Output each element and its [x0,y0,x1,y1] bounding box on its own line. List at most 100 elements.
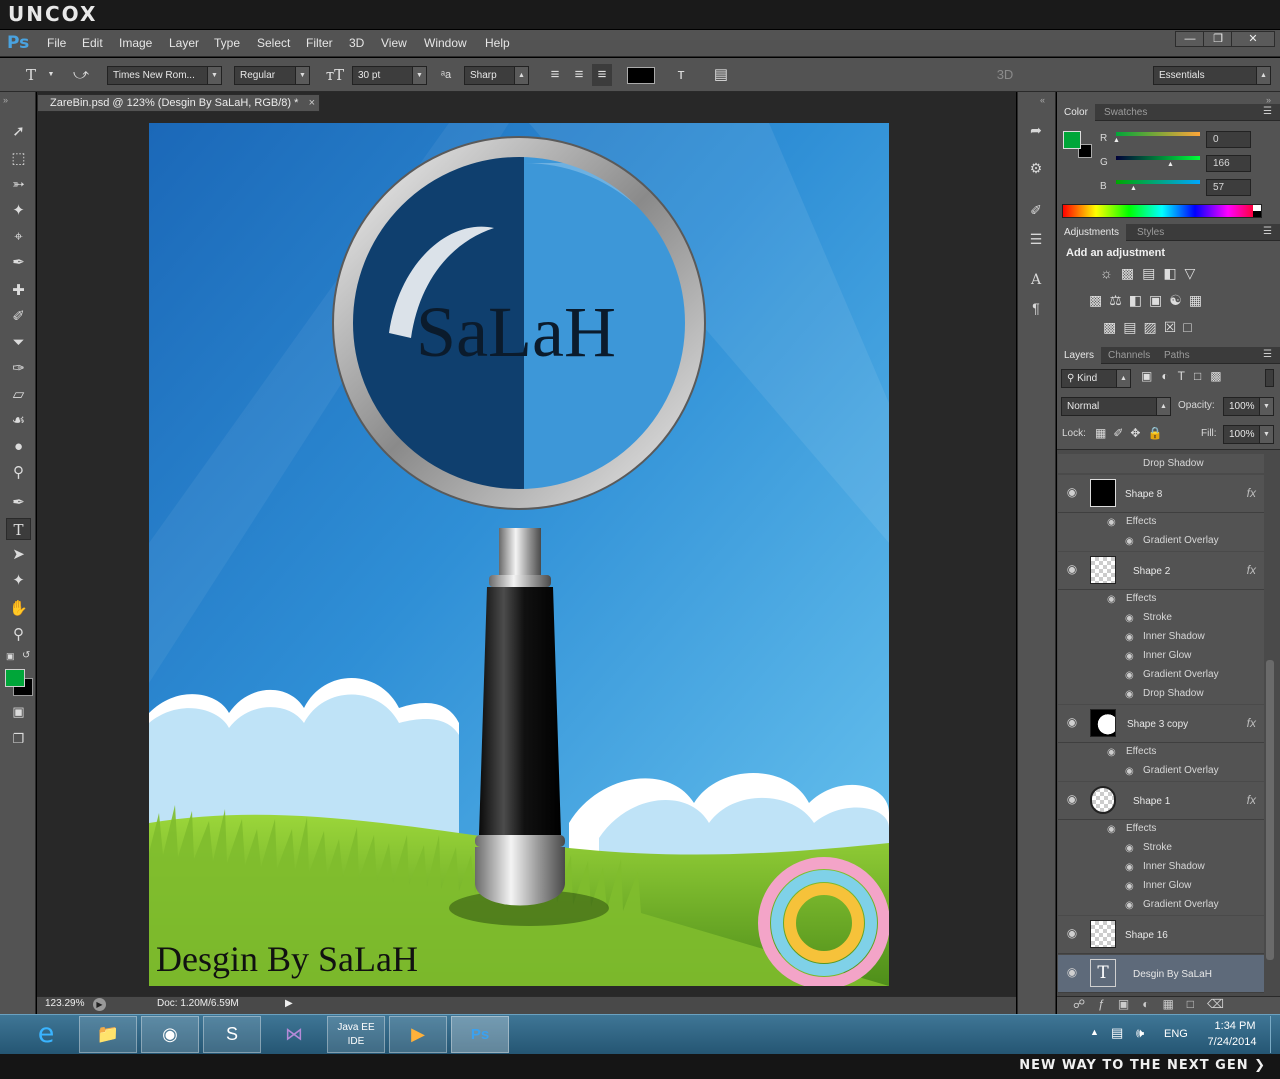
effects-row[interactable]: ◉ Effects [1058,513,1264,532]
link-layers-icon[interactable]: ☍ [1073,997,1098,1011]
lock-pixels-icon[interactable]: ✐ [1113,426,1130,440]
visibility-eye-icon[interactable]: ◉ [1065,563,1079,575]
layer-row-shape-1[interactable]: ◉ Shape 1 fx [1058,782,1264,820]
swap-colors-icon[interactable]: ↺ [22,650,30,661]
posterize-icon[interactable]: ▤ [1123,319,1143,335]
channel-r-slider[interactable] [1116,132,1200,136]
paragraph-panel-icon[interactable]: ¶ [1025,298,1047,318]
effect-eye-icon[interactable]: ◉ [1107,517,1116,528]
fx-icon[interactable]: fx [1247,486,1256,500]
layers-scrollbar[interactable] [1266,660,1274,960]
lock-all-icon[interactable]: 🔒 [1147,426,1169,440]
effect-eye-icon[interactable]: ◉ [1125,881,1134,892]
selective-color-icon[interactable]: ☒ [1164,319,1184,335]
effect-row[interactable]: ◉ Gradient Overlay [1058,532,1264,551]
new-adjustment-icon[interactable]: ◐ [1142,997,1162,1011]
lasso-tool-icon[interactable]: ➳ [6,174,31,196]
clock-time[interactable]: 1:34 PM [1206,1020,1264,1032]
filter-type-icon[interactable]: T [1178,369,1194,383]
effect-row[interactable]: ◉ Stroke [1058,609,1264,628]
channel-g-input[interactable]: 166 [1206,155,1251,172]
curves-icon[interactable]: ▤ [1142,265,1163,281]
tab-layers[interactable]: Layers [1057,347,1102,364]
layer-filter-kind-select[interactable]: ⚲ Kind ▲ [1061,369,1131,388]
channel-r-input[interactable]: 0 [1206,131,1251,148]
input-language[interactable]: ENG [1164,1028,1188,1040]
effect-row[interactable]: Drop Shadow [1058,454,1264,473]
path-selection-tool-icon[interactable]: ➤ [6,544,31,566]
channel-g-slider[interactable] [1116,156,1200,160]
color-lookup-icon[interactable]: ▦ [1189,292,1209,308]
effect-eye-icon[interactable]: ◉ [1125,862,1134,873]
exposure-icon[interactable]: ◧ [1163,265,1184,281]
crop-tool-icon[interactable]: ⌖ [6,226,31,248]
photoshop-taskbar-icon[interactable]: Ps [451,1016,509,1053]
photo-filter-icon[interactable]: ▣ [1149,292,1169,308]
blur-tool-icon[interactable]: ● [6,436,31,458]
effect-row[interactable]: ◉ Drop Shadow [1058,685,1264,704]
effect-eye-icon[interactable]: ◉ [1125,766,1134,777]
history-brush-tool-icon[interactable]: ✑ [6,358,31,380]
effect-eye-icon[interactable]: ◉ [1107,594,1116,605]
fx-icon[interactable]: fx [1247,793,1256,807]
layer-row-shape-2[interactable]: ◉ Shape 2 fx [1058,552,1264,590]
hand-tool-icon[interactable]: ✋ [6,598,31,620]
java-ee-ide-icon[interactable]: Java EE IDE [327,1016,385,1053]
fx-icon[interactable]: fx [1247,716,1256,730]
effect-row[interactable]: ◉ Inner Shadow [1058,858,1264,877]
channel-mixer-icon[interactable]: ☯ [1169,292,1189,308]
network-icon[interactable]: ▤ [1111,1025,1123,1041]
color-panel-menu-icon[interactable]: ☰ [1263,106,1272,117]
channel-b-slider[interactable] [1116,180,1200,184]
text-orientation-icon[interactable]: ⤻ [70,64,92,86]
tool-preset-arrow-icon[interactable]: ▼ [46,64,56,86]
color-balance-icon[interactable]: ⚖ [1109,292,1129,308]
restore-button[interactable]: ❐ [1203,31,1233,47]
fill-input[interactable]: 100% ▼ [1223,425,1274,444]
visibility-eye-icon[interactable]: ◉ [1065,716,1079,728]
layer-row-shape-16[interactable]: ◉ Shape 16 [1058,916,1264,954]
custom-shape-tool-icon[interactable]: ✦ [6,570,31,592]
firefox-icon[interactable]: ◉ [141,1016,199,1053]
fx-icon[interactable]: fx [1247,563,1256,577]
color-panel-fg-swatch[interactable] [1063,131,1081,149]
levels-icon[interactable]: ▩ [1121,265,1142,281]
file-explorer-icon[interactable]: 📁 [79,1016,137,1053]
artwork-canvas[interactable]: SaLaH Desgin By SaLaH [149,123,889,986]
opacity-input[interactable]: 100% ▼ [1223,397,1274,416]
sublime-text-icon[interactable]: S [203,1016,261,1053]
visibility-eye-icon[interactable]: ◉ [1065,966,1079,978]
move-tool-icon[interactable]: ➚ [6,121,31,143]
align-right-icon[interactable]: ≡ [592,64,612,86]
effect-row[interactable]: ◉ Inner Glow [1058,877,1264,896]
vibrance-icon[interactable]: ▽ [1185,265,1204,281]
menu-help[interactable]: Help [485,36,510,50]
menu-view[interactable]: View [381,36,407,50]
clock-date[interactable]: 7/24/2014 [1200,1036,1264,1048]
effect-eye-icon[interactable]: ◉ [1125,843,1134,854]
font-size-select[interactable]: 30 pt ▼ [352,66,427,85]
character-panel-icon[interactable]: A [1025,270,1047,290]
text-color-swatch[interactable] [627,67,655,84]
lock-transparency-icon[interactable]: ▦ [1095,426,1113,440]
menu-image[interactable]: Image [119,36,152,50]
pen-tool-icon[interactable]: ✒ [6,492,31,514]
threshold-icon[interactable]: ▨ [1143,319,1163,335]
channel-b-thumb[interactable]: ▲ [1130,185,1137,192]
character-panel-icon[interactable]: ▤ [710,64,732,86]
close-tab-icon[interactable]: × [309,95,315,111]
dodge-tool-icon[interactable]: ⚲ [6,462,31,484]
lock-position-icon[interactable]: ✥ [1130,426,1147,440]
quick-selection-tool-icon[interactable]: ✦ [6,200,31,222]
adjustments-panel-menu-icon[interactable]: ☰ [1263,226,1272,237]
status-options-icon[interactable]: ▶ [93,998,106,1011]
warp-text-icon[interactable]: ᴛ [670,64,692,86]
effect-row[interactable]: ◉ Gradient Overlay [1058,896,1264,915]
layer-row-desgin-by-salah[interactable]: ◉ T Desgin By SaLaH [1058,955,1264,993]
visibility-eye-icon[interactable]: ◉ [1065,927,1079,939]
effect-eye-icon[interactable]: ◉ [1125,900,1134,911]
tab-paths[interactable]: Paths [1157,347,1197,364]
effects-row[interactable]: ◉ Effects [1058,820,1264,839]
effects-row[interactable]: ◉ Effects [1058,590,1264,609]
new-group-icon[interactable]: ▦ [1162,997,1186,1011]
